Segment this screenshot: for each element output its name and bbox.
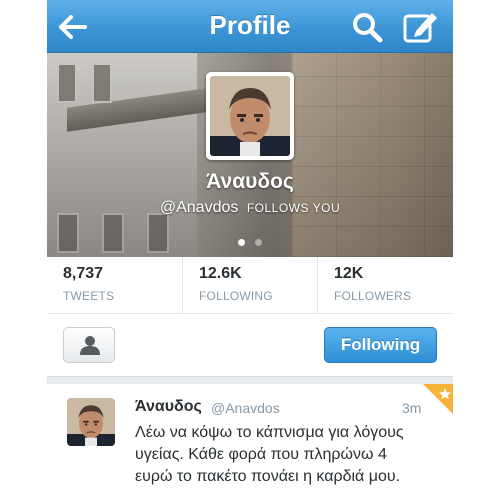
stat-tweets[interactable]: 8,737 TWEETS — [47, 257, 182, 314]
profile-stats: 8,737 TWEETS 12.6K FOLLOWING 12K FOLLOWE… — [47, 257, 453, 314]
follows-you-badge: FOLLOWS YOU — [246, 201, 341, 215]
tweet-author-handle: @Anavdos — [211, 400, 280, 416]
tweet-author-name: Άναυδος — [135, 398, 202, 415]
profile-handle-line: @Anavdos FOLLOWS YOU — [47, 199, 453, 217]
stat-label: FOLLOWING — [199, 289, 273, 303]
profile-actions: Following — [47, 314, 453, 376]
stat-following[interactable]: 12.6K FOLLOWING — [182, 257, 317, 314]
stat-value: 8,737 — [63, 265, 104, 282]
profile-header: Άναυδος @Anavdos FOLLOWS YOU — [47, 53, 453, 257]
stat-label: TWEETS — [63, 289, 115, 303]
profile-display-name: Άναυδος — [206, 170, 294, 193]
page-dot[interactable] — [255, 239, 263, 246]
page-dot-active[interactable] — [237, 239, 245, 246]
stat-followers[interactable]: 12K FOLLOWERS — [317, 257, 453, 314]
page-title: Profile — [209, 10, 291, 40]
avatar-portrait — [210, 76, 290, 156]
tweet-text-line: Λέω να κόψω το κάπνισμα για λόγους — [135, 424, 404, 441]
star-icon — [423, 384, 453, 414]
section-divider — [47, 376, 453, 384]
avatar-portrait — [67, 398, 115, 446]
profile-avatar[interactable] — [206, 72, 294, 160]
tweet-item[interactable]: Άναυδος @Anavdos 3m Λέω να κόψω το κάπνι… — [47, 384, 453, 500]
header-page-indicator[interactable] — [47, 233, 453, 251]
search-icon[interactable] — [350, 10, 384, 44]
stat-value: 12K — [334, 265, 364, 282]
user-actions-button[interactable] — [63, 327, 115, 363]
tweet-text-line: ευρώ το πακέτο πονάει η καρδιά μου. — [135, 468, 401, 485]
tweet-text: Λέω να κόψω το κάπνισμα για λόγους υγεία… — [135, 422, 440, 488]
profile-screen: Profile Άναυδος @Anavdos FOLLOWS YOU 8,7… — [47, 0, 453, 500]
profile-handle: @Anavdos — [159, 199, 239, 216]
nav-bar: Profile — [47, 0, 453, 53]
tweet-avatar[interactable] — [67, 398, 115, 446]
stat-value: 12.6K — [199, 265, 242, 282]
following-button[interactable]: Following — [324, 327, 437, 363]
compose-icon[interactable] — [402, 9, 440, 45]
stat-label: FOLLOWERS — [334, 289, 412, 303]
tweet-timestamp: 3m — [402, 400, 422, 416]
person-icon — [80, 336, 100, 355]
tweet-text-line: υγείας. Κάθε φορά που πληρώνω 4 — [135, 446, 387, 463]
